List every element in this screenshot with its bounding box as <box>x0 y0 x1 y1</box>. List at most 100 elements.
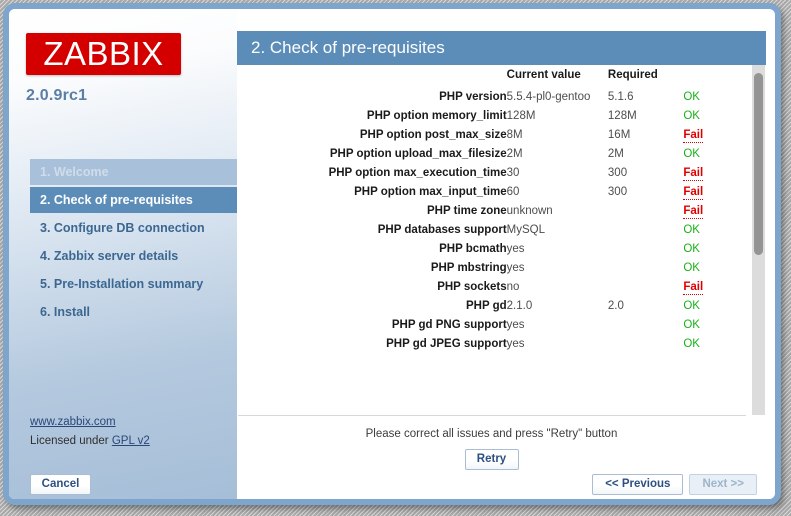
status-badge: OK <box>683 109 700 122</box>
table-row: PHP option max_execution_time 30 300 Fai… <box>237 163 766 182</box>
status-badge[interactable]: Fail <box>683 166 704 181</box>
page-title: 2. Check of pre-requisites <box>237 31 766 65</box>
sidebar-item-configure-db[interactable]: 3. Configure DB connection <box>30 215 237 241</box>
row-required-value: 2M <box>607 147 624 160</box>
row-current-value: 60 <box>506 185 520 198</box>
status-badge[interactable]: Fail <box>683 128 704 143</box>
row-name: PHP gd <box>465 299 507 312</box>
footer-links: www.zabbix.com Licensed under GPL v2 <box>30 413 150 451</box>
status-badge: OK <box>683 337 700 350</box>
status-badge: OK <box>683 299 700 312</box>
row-required-value: 2.0 <box>607 299 624 312</box>
step-label: 2. Check of pre-requisites <box>40 193 193 207</box>
step-label: 3. Configure DB connection <box>40 221 205 235</box>
table-row: PHP gd 2.1.0 2.0 OK <box>237 296 766 315</box>
row-required-value <box>608 201 683 220</box>
step-label: 1. Welcome <box>40 165 109 179</box>
prerequisites-scroll-region: Current value Required PHP version 5.5.4… <box>237 65 766 415</box>
sidebar-item-preinstall-summary[interactable]: 5. Pre-Installation summary <box>30 271 237 297</box>
row-required-value: 5.1.6 <box>607 90 634 103</box>
table-row: PHP gd PNG support yes OK <box>237 315 766 334</box>
row-required-value <box>608 334 683 353</box>
installer-window-inner: ZABBIX 2.0.9rc1 1. Welcome 2. Check of p… <box>9 9 775 499</box>
row-name: PHP databases support <box>377 223 507 236</box>
row-current-value: 8M <box>506 128 523 141</box>
sidebar-item-install[interactable]: 6. Install <box>30 299 237 325</box>
row-current-value: yes <box>506 242 525 255</box>
status-badge[interactable]: Fail <box>683 204 704 219</box>
status-badge: OK <box>683 242 700 255</box>
row-current-value: 2.1.0 <box>506 299 533 312</box>
website-link[interactable]: www.zabbix.com <box>30 416 116 428</box>
column-header-current-value: Current value <box>506 68 581 81</box>
step-label: 6. Install <box>40 305 91 319</box>
row-required-value <box>608 220 683 239</box>
sidebar-item-server-details[interactable]: 4. Zabbix server details <box>30 243 237 269</box>
row-name: PHP version <box>439 90 507 103</box>
step-label: 5. Pre-Installation summary <box>40 277 204 291</box>
status-badge[interactable]: Fail <box>683 280 704 295</box>
license-link[interactable]: GPL v2 <box>112 435 150 447</box>
table-row: PHP bcmath yes OK <box>237 239 766 258</box>
column-header-name <box>237 65 507 87</box>
row-required-value: 300 <box>607 185 628 198</box>
status-badge: OK <box>683 318 700 331</box>
table-row: PHP databases support MySQL OK <box>237 220 766 239</box>
panel-body: Current value Required PHP version 5.5.4… <box>237 65 766 470</box>
sidebar: ZABBIX 2.0.9rc1 1. Welcome 2. Check of p… <box>9 9 237 499</box>
table-row: PHP option memory_limit 128M 128M OK <box>237 106 766 125</box>
row-name: PHP gd PNG support <box>391 318 507 331</box>
table-row: PHP mbstring yes OK <box>237 258 766 277</box>
row-required-value <box>608 315 683 334</box>
retry-area: Please correct all issues and press "Ret… <box>237 428 746 470</box>
row-name: PHP option post_max_size <box>359 128 507 141</box>
row-name: PHP option max_input_time <box>354 185 507 198</box>
row-current-value: MySQL <box>506 223 545 236</box>
row-current-value: yes <box>506 261 525 274</box>
row-required-value <box>608 239 683 258</box>
status-badge: OK <box>683 223 700 236</box>
row-name: PHP sockets <box>437 280 507 293</box>
vertical-scrollbar[interactable] <box>752 65 765 415</box>
main-panel: 2. Check of pre-requisites Current value… <box>237 31 766 470</box>
row-name: PHP mbstring <box>430 261 507 274</box>
version-label: 2.0.9rc1 <box>26 87 88 104</box>
status-badge[interactable]: Fail <box>683 185 704 200</box>
row-current-value: 128M <box>506 109 536 122</box>
status-badge: OK <box>683 147 700 160</box>
row-current-value: unknown <box>506 204 553 217</box>
retry-button[interactable]: Retry <box>464 449 519 470</box>
installer-window: ZABBIX 2.0.9rc1 1. Welcome 2. Check of p… <box>3 3 781 505</box>
branding-block: ZABBIX 2.0.9rc1 <box>26 33 181 105</box>
row-name: PHP time zone <box>426 204 507 217</box>
table-row: PHP option max_input_time 60 300 Fail <box>237 182 766 201</box>
table-row: PHP option upload_max_filesize 2M 2M OK <box>237 144 766 163</box>
license-row: Licensed under GPL v2 <box>30 432 150 451</box>
column-header-required: Required <box>607 68 658 81</box>
row-name: PHP gd JPEG support <box>386 337 507 350</box>
status-badge: OK <box>683 261 700 274</box>
cancel-button[interactable]: Cancel <box>30 474 91 495</box>
website-link-row: www.zabbix.com <box>30 413 150 432</box>
license-prefix: Licensed under <box>30 435 112 447</box>
row-required-value: 128M <box>607 109 637 122</box>
table-row: PHP gd JPEG support yes OK <box>237 334 766 353</box>
row-required-value <box>608 258 683 277</box>
table-header: Current value Required <box>237 65 766 87</box>
row-current-value: yes <box>506 337 525 350</box>
row-name: PHP option max_execution_time <box>328 166 507 179</box>
table-row: PHP sockets no Fail <box>237 277 766 296</box>
row-name: PHP option upload_max_filesize <box>329 147 507 160</box>
row-current-value: yes <box>506 318 525 331</box>
previous-button[interactable]: << Previous <box>592 474 684 495</box>
row-current-value: 2M <box>506 147 523 160</box>
retry-message: Please correct all issues and press "Ret… <box>365 428 618 440</box>
table-row: PHP version 5.5.4-pl0-gentoo 5.1.6 OK <box>237 87 766 106</box>
zabbix-logo: ZABBIX <box>26 33 181 75</box>
sidebar-item-welcome[interactable]: 1. Welcome <box>30 159 237 185</box>
row-required-value: 300 <box>607 166 628 179</box>
zabbix-logo-text: ZABBIX <box>43 34 164 72</box>
divider <box>238 415 746 416</box>
scrollbar-thumb[interactable] <box>754 73 763 255</box>
sidebar-item-check-prerequisites[interactable]: 2. Check of pre-requisites <box>30 187 237 213</box>
